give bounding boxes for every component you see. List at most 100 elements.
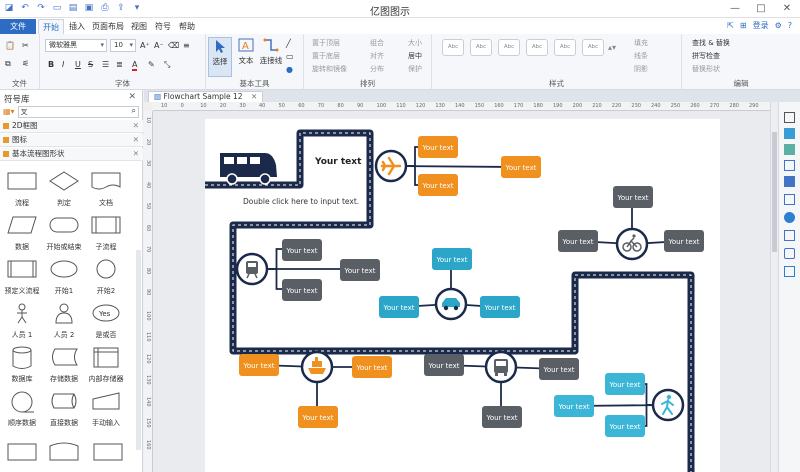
diagram-title[interactable]: Your text xyxy=(314,157,362,167)
copy-icon[interactable]: ⧉ xyxy=(5,58,11,69)
underline-button[interactable]: U xyxy=(75,59,81,70)
bike-text-node-1[interactable]: Your text xyxy=(613,186,653,208)
layers-icon[interactable] xyxy=(784,176,795,187)
car-text-node-3[interactable]: Your text xyxy=(480,296,520,318)
format-painter-icon[interactable]: ⚟ xyxy=(22,58,29,69)
text-color-icon[interactable]: A xyxy=(132,59,138,71)
tab-insert[interactable]: 插入 xyxy=(66,19,88,34)
bike-text-node-3[interactable]: Your text xyxy=(664,230,704,252)
shape-direct-data[interactable]: 直接数据 xyxy=(44,386,84,430)
airport-text-node-1[interactable]: Your text xyxy=(418,136,458,158)
help-icon[interactable]: ? xyxy=(788,21,792,30)
style-swatch-5[interactable]: Abc xyxy=(554,39,576,56)
symbol-search-input[interactable]: 叉 xyxy=(17,105,139,118)
text-tool-button[interactable]: A 文本 xyxy=(234,37,258,66)
align-button[interactable]: 对齐 xyxy=(370,51,384,61)
train-text-node-3[interactable]: Your text xyxy=(340,259,380,281)
close-library-icon[interactable]: ✕ xyxy=(133,134,139,146)
tab-help[interactable]: 帮助 xyxy=(176,19,198,34)
pedestrian-hub-icon[interactable] xyxy=(651,388,685,422)
spell-check-button[interactable]: 拼写检查 xyxy=(692,51,720,61)
shape-start2[interactable]: 开始2 xyxy=(86,254,126,298)
cart-icon[interactable]: ⊞ xyxy=(740,21,747,30)
tab-file[interactable]: 文件 xyxy=(0,19,36,34)
center-button[interactable]: 居中 xyxy=(408,51,422,61)
style-scroll-icon[interactable]: ▴▾ xyxy=(608,42,616,53)
page-icon[interactable] xyxy=(784,144,795,155)
car-text-node-2[interactable]: Your text xyxy=(379,296,419,318)
print-icon[interactable]: ⎙ xyxy=(100,3,110,14)
close-window-button[interactable]: ✕ xyxy=(774,0,800,18)
bicycle-hub-icon[interactable] xyxy=(615,227,649,261)
shadow-button[interactable]: 阴影 xyxy=(634,64,648,74)
shape-manual-input[interactable]: 手动输入 xyxy=(86,386,126,430)
shape-process[interactable]: 流程 xyxy=(2,166,42,210)
close-library-icon[interactable]: ✕ xyxy=(133,120,139,132)
walk-text-node-1[interactable]: Your text xyxy=(605,373,645,395)
history-icon[interactable] xyxy=(784,266,795,277)
shape-stored-data[interactable]: 存储数据 xyxy=(44,342,84,386)
export-icon[interactable]: ⇪ xyxy=(116,3,126,14)
open-folder-icon[interactable]: ▤ xyxy=(68,3,78,14)
library-menu-icon[interactable]: ▦▾ xyxy=(3,107,15,116)
shape-terminator[interactable]: 开始或结束 xyxy=(44,210,84,254)
distribute-button[interactable]: 分布 xyxy=(370,64,384,74)
ship-text-node-3[interactable]: Your text xyxy=(298,406,338,428)
library-2d-block[interactable]: 2D框图 ✕ xyxy=(0,120,143,133)
size-button[interactable]: 大小 xyxy=(408,38,422,48)
comment-icon[interactable] xyxy=(784,248,795,259)
document-tab[interactable]: ▧ Flowchart Sample 12 ✕ xyxy=(148,91,264,102)
tab-view[interactable]: 视图 xyxy=(128,19,150,34)
font-family-select[interactable]: 微软雅黑 xyxy=(45,39,107,52)
fill-icon[interactable] xyxy=(784,128,795,139)
font-dialog-icon[interactable]: ⤡ xyxy=(164,59,170,70)
shape-predefined-process[interactable]: 预定义流程 xyxy=(2,254,42,298)
diagram-page[interactable]: Your text Double click here to input tex… xyxy=(205,119,720,472)
italic-button[interactable]: I xyxy=(62,59,64,70)
shrink-font-icon[interactable]: A⁻ xyxy=(154,40,164,51)
airplane-hub-icon[interactable] xyxy=(374,149,408,183)
paste-icon[interactable]: 📋 xyxy=(5,40,15,51)
shape-yes-no[interactable]: Yes 是或否 xyxy=(86,298,126,342)
canvas-vertical-scrollbar[interactable] xyxy=(770,102,778,472)
car-hub-icon[interactable] xyxy=(434,287,468,321)
shape-subprocess[interactable]: 子流程 xyxy=(86,210,126,254)
close-panel-icon[interactable]: ✕ xyxy=(128,92,136,102)
diagram-hint-text[interactable]: Double click here to input text. xyxy=(243,197,359,206)
tab-home[interactable]: 开始 xyxy=(38,19,64,34)
bus-text-node-2[interactable]: Your text xyxy=(539,358,579,380)
shape-person1[interactable]: 人员 1 xyxy=(2,298,42,342)
protect-button[interactable]: 保护 xyxy=(408,64,422,74)
find-replace-button[interactable]: 查找 & 替换 xyxy=(692,38,730,48)
shape-start1[interactable]: 开始1 xyxy=(44,254,84,298)
bullets-icon[interactable]: ☰ xyxy=(102,59,109,70)
bold-button[interactable]: B xyxy=(48,59,54,70)
ship-text-node-2[interactable]: Your text xyxy=(352,356,392,378)
airport-text-node-3[interactable]: Your text xyxy=(501,156,541,178)
shape-data[interactable]: 数据 xyxy=(2,210,42,254)
font-size-select[interactable]: 10 xyxy=(110,39,136,52)
highlight-icon[interactable]: ✎ xyxy=(148,59,155,70)
ship-text-node-1[interactable]: Your text xyxy=(239,354,279,376)
style-swatch-1[interactable]: Abc xyxy=(442,39,464,56)
symbol-panel-scrollbar[interactable] xyxy=(136,250,141,450)
style-swatch-6[interactable]: Abc xyxy=(582,39,604,56)
ellipse-tool-icon[interactable]: ● xyxy=(286,64,293,75)
car-text-node-1[interactable]: Your text xyxy=(432,248,472,270)
train-hub-icon[interactable] xyxy=(235,252,269,286)
rotate-mirror-button[interactable]: 旋转和镜像 xyxy=(312,64,347,74)
select-tool-button[interactable]: 选择 xyxy=(208,37,232,77)
tab-page-layout[interactable]: 页面布局 xyxy=(90,19,126,34)
line-tool-icon[interactable]: ╱ xyxy=(286,38,291,49)
replace-shape-button[interactable]: 替换形状 xyxy=(692,64,720,74)
shape-document[interactable]: 文档 xyxy=(86,166,126,210)
minimize-button[interactable]: — xyxy=(722,0,748,18)
redo-icon[interactable]: ↷ xyxy=(36,3,46,14)
scroll-thumb[interactable] xyxy=(772,132,777,252)
group-button[interactable]: 组合 xyxy=(370,38,384,48)
bring-to-front-button[interactable]: 置于顶层 xyxy=(312,38,340,48)
fill-button[interactable]: 填充 xyxy=(634,38,648,48)
connector-tool-button[interactable]: 连接线 xyxy=(258,37,284,66)
shape-database[interactable]: 数据库 xyxy=(2,342,42,386)
airport-text-node-2[interactable]: Your text xyxy=(418,174,458,196)
